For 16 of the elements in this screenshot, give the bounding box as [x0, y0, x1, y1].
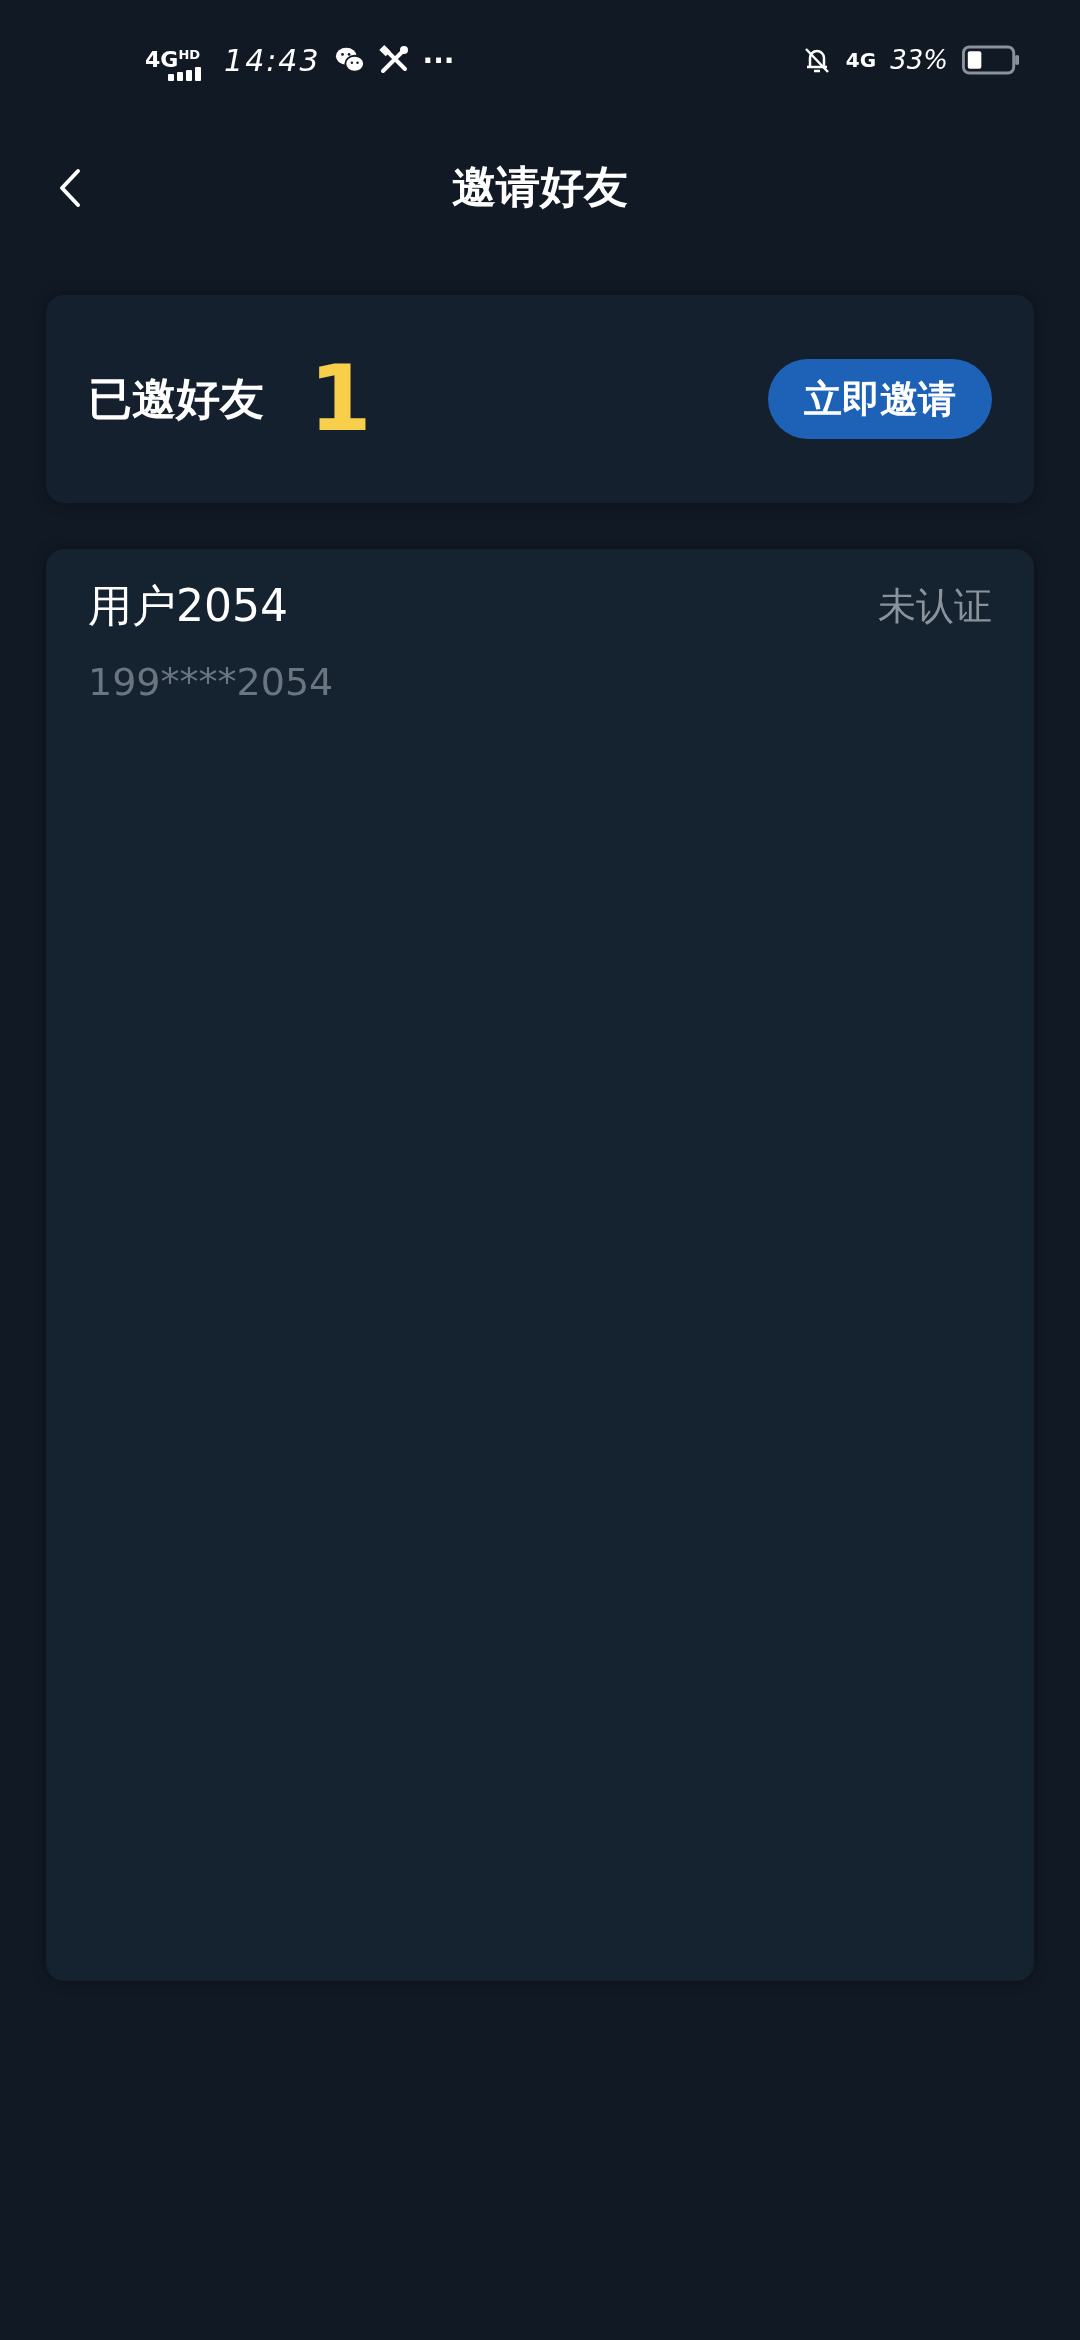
status-time: 14:43 — [224, 42, 321, 78]
battery-icon — [962, 45, 1020, 75]
tools-icon — [378, 45, 409, 75]
back-icon[interactable] — [58, 167, 82, 208]
invited-count: 1 — [309, 354, 372, 444]
friend-phone: 199****2054 — [88, 660, 335, 704]
verification-status: 未认证 — [878, 583, 992, 630]
friend-name: 用户2054 — [88, 579, 288, 633]
battery-percent: 33% — [890, 45, 948, 75]
more-indicator: ··· — [422, 43, 455, 77]
network-label: 4G$^{HD}$ — [145, 48, 201, 72]
invited-label: 已邀好友 — [88, 371, 264, 426]
invite-button[interactable]: 立即邀请 — [768, 359, 992, 439]
page-title: 邀请好友 — [452, 160, 628, 214]
network-label: 4G — [845, 48, 877, 72]
signal-icon — [168, 67, 203, 81]
